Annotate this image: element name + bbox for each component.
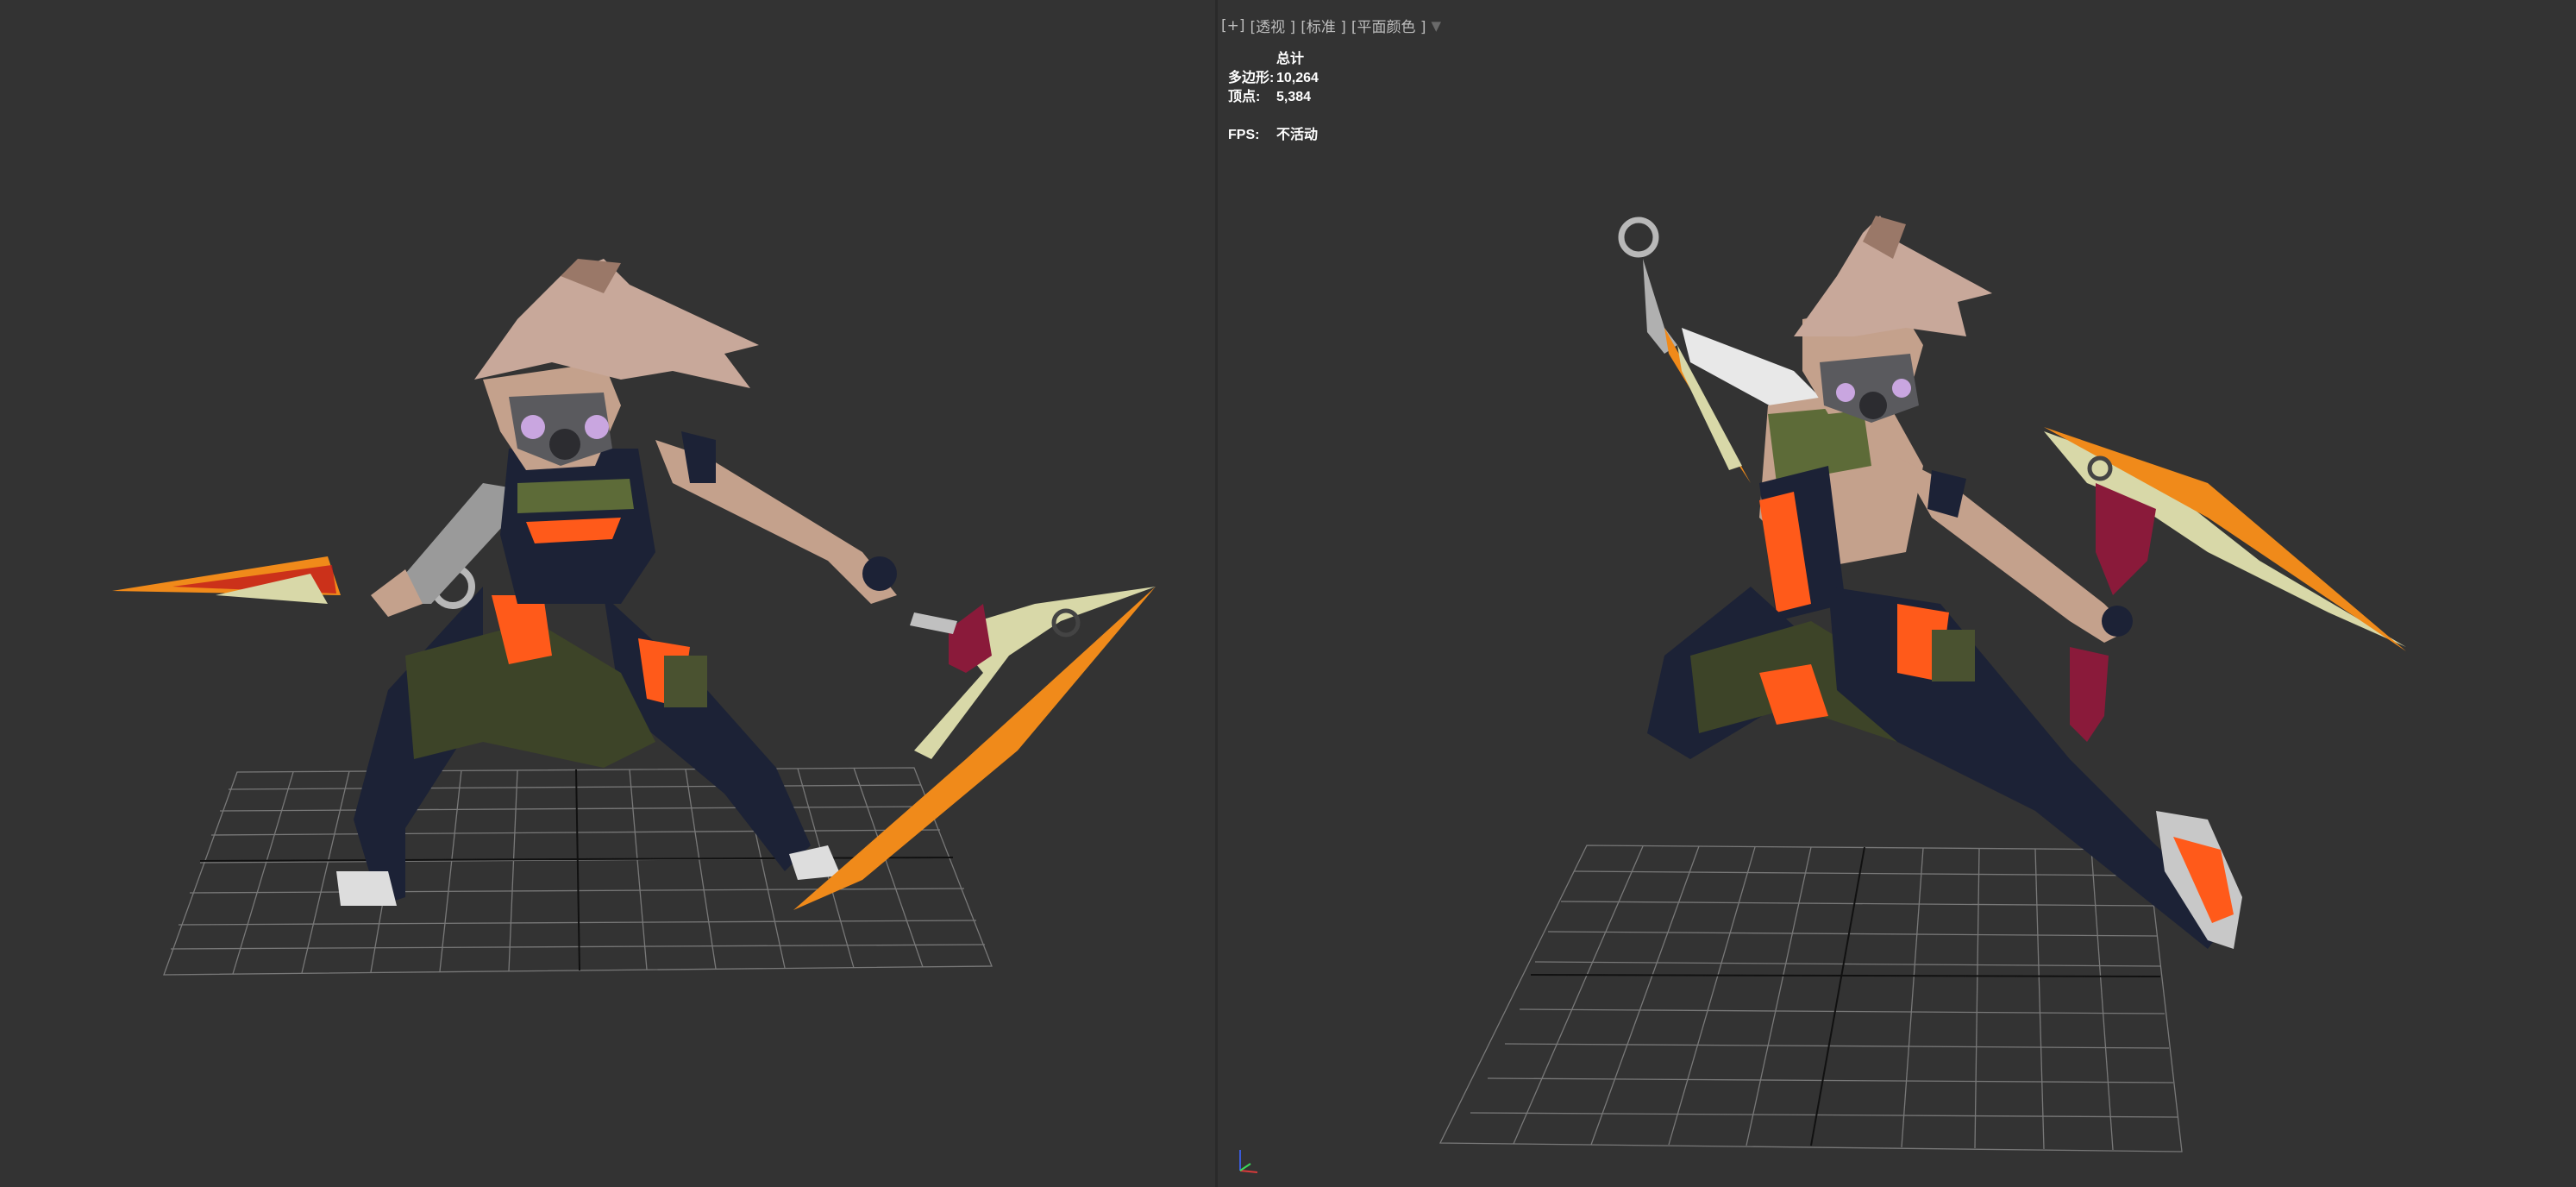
stats-header: 总计 [1276, 52, 1305, 66]
scene-right [1438, 216, 2406, 1152]
polygons-label: 多边形: [1228, 71, 1275, 85]
viewport-statistics: 总计 多边形: 10,264 顶点: 5,384 FPS: 不活动 [1228, 50, 1319, 145]
fps-label: FPS: [1228, 128, 1260, 142]
filter-icon[interactable]: ▼ [1432, 18, 1442, 34]
viewport-shading-menu[interactable]: [平面颜色 ] [1351, 15, 1426, 36]
axis-gizmo-icon [1239, 1150, 1258, 1173]
vertices-label: 顶点: [1228, 90, 1261, 104]
character-model-right [1618, 216, 2406, 949]
viewport-mode-menu[interactable]: [标准 ] [1301, 15, 1346, 36]
fps-value: 不活动 [1276, 128, 1319, 142]
viewport-view-menu[interactable]: [透视 ] [1250, 15, 1296, 36]
viewport-plus-menu[interactable]: [+] [1221, 17, 1245, 35]
scene-left [112, 259, 1156, 976]
viewport-label-menu[interactable]: [+] [透视 ] [标准 ] [平面颜色 ] ▼ [1221, 15, 1442, 37]
viewport-right[interactable] [1218, 0, 2576, 1187]
ground-grid-right [1438, 845, 2183, 1152]
viewport-left[interactable] [0, 0, 1215, 1187]
vertices-value: 5,384 [1276, 90, 1312, 104]
grid-axis-right [1530, 846, 2161, 1146]
polygons-value: 10,264 [1276, 71, 1319, 85]
character-model-left [112, 259, 1156, 910]
